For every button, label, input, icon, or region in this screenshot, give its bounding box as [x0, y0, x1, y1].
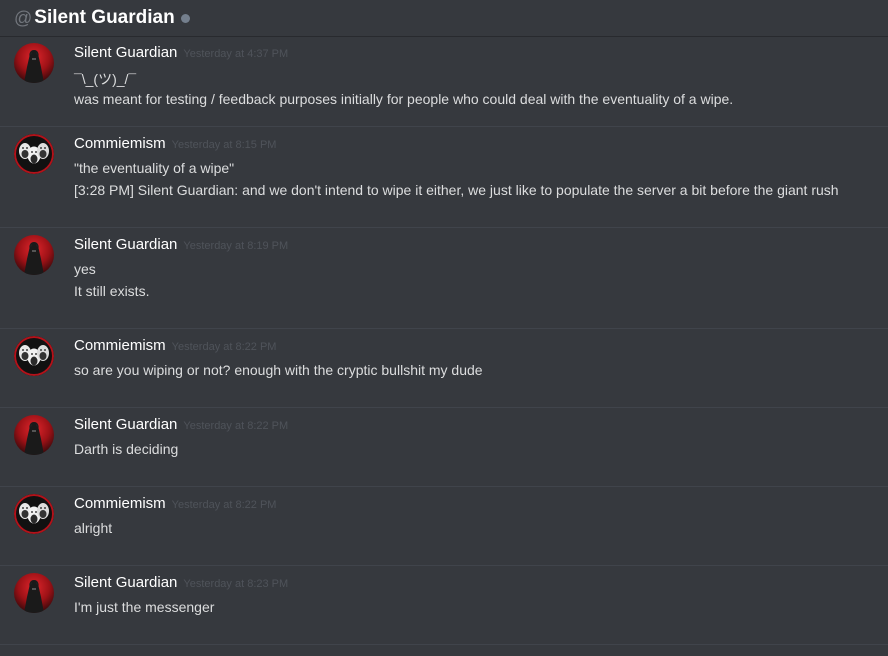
message-group[interactable]: Commiemism Yesterday at 8:15 PM "the event…	[0, 127, 888, 228]
message-timestamp: Yesterday at 8:19 PM	[183, 240, 289, 252]
channel-header: @ Silent Guardian	[0, 0, 888, 36]
message-group[interactable]: Silent Guardian Yesterday at 4:37 PM ¯\_(ツ…	[0, 36, 888, 127]
message-timestamp: Yesterday at 8:22 PM	[183, 420, 289, 432]
offline-status-icon	[180, 14, 190, 23]
message-author-row: Silent Guardian Yesterday at 8:19 PM	[74, 236, 288, 253]
message-text: It still exists.	[74, 283, 150, 299]
message-text: I'm just the messenger	[74, 599, 215, 615]
message-author-row: Commiemism Yesterday at 8:15 PM	[74, 135, 276, 152]
silent-guardian-avatar[interactable]	[14, 235, 54, 275]
message-text: so are you wiping or not? enough with th…	[74, 362, 483, 378]
message-text: Darth is deciding	[74, 441, 179, 457]
message-group[interactable]: Silent Guardian Yesterday at 8:22 PM Darth…	[0, 408, 888, 487]
commiemism-avatar[interactable]	[14, 494, 54, 534]
silent-guardian-avatar[interactable]	[14, 415, 54, 455]
message-author-row: Silent Guardian Yesterday at 8:23 PM	[74, 574, 288, 591]
message-timestamp: Yesterday at 8:15 PM	[171, 139, 277, 151]
author-name[interactable]: Silent Guardian	[74, 44, 177, 61]
message-group[interactable]: Commiemism Yesterday at 8:22 PM so are you…	[0, 329, 888, 408]
silent-guardian-avatar[interactable]	[14, 43, 54, 83]
silent-guardian-avatar[interactable]	[14, 573, 54, 613]
message-text: alright	[74, 520, 113, 536]
message-timestamp: Yesterday at 8:22 PM	[171, 341, 277, 353]
message-group[interactable]: Silent Guardian Yesterday at 8:19 PM yes It…	[0, 228, 888, 329]
message-text: [3:28 PM] Silent Guardian: and we don't …	[74, 182, 839, 198]
at-symbol: @	[14, 7, 33, 28]
message-text: "the eventuality of a wipe"	[74, 160, 235, 176]
commiemism-avatar[interactable]	[14, 134, 54, 174]
message-author-row: Silent Guardian Yesterday at 4:37 PM	[74, 44, 288, 61]
author-name[interactable]: Commiemism	[74, 135, 166, 152]
author-name[interactable]: Silent Guardian	[74, 236, 177, 253]
message-author-row: Commiemism Yesterday at 8:22 PM	[74, 495, 276, 512]
message-timestamp: Yesterday at 8:22 PM	[171, 499, 277, 511]
author-name[interactable]: Silent Guardian	[74, 574, 177, 591]
message-text: was meant for testing / feedback purpose…	[74, 91, 734, 107]
message-author-row: Silent Guardian Yesterday at 8:22 PM	[74, 416, 288, 433]
message-list[interactable]: Silent Guardian Yesterday at 4:37 PM ¯\_(ツ…	[0, 36, 888, 656]
author-name[interactable]: Commiemism	[74, 495, 166, 512]
message-author-row: Commiemism Yesterday at 8:22 PM	[74, 337, 276, 354]
commiemism-avatar[interactable]	[14, 336, 54, 376]
message-text: ¯\_(ツ)_/¯	[74, 71, 137, 87]
author-name[interactable]: Silent Guardian	[74, 416, 177, 433]
dm-recipient-name[interactable]: Silent Guardian	[34, 7, 174, 29]
message-timestamp: Yesterday at 4:37 PM	[183, 48, 289, 60]
message-text: yes	[74, 261, 96, 277]
message-group[interactable]: Silent Guardian Yesterday at 8:23 PM I'm j…	[0, 566, 888, 645]
message-timestamp: Yesterday at 8:23 PM	[183, 578, 289, 590]
message-group[interactable]: Commiemism Yesterday at 8:22 PM alright	[0, 487, 888, 566]
author-name[interactable]: Commiemism	[74, 337, 166, 354]
